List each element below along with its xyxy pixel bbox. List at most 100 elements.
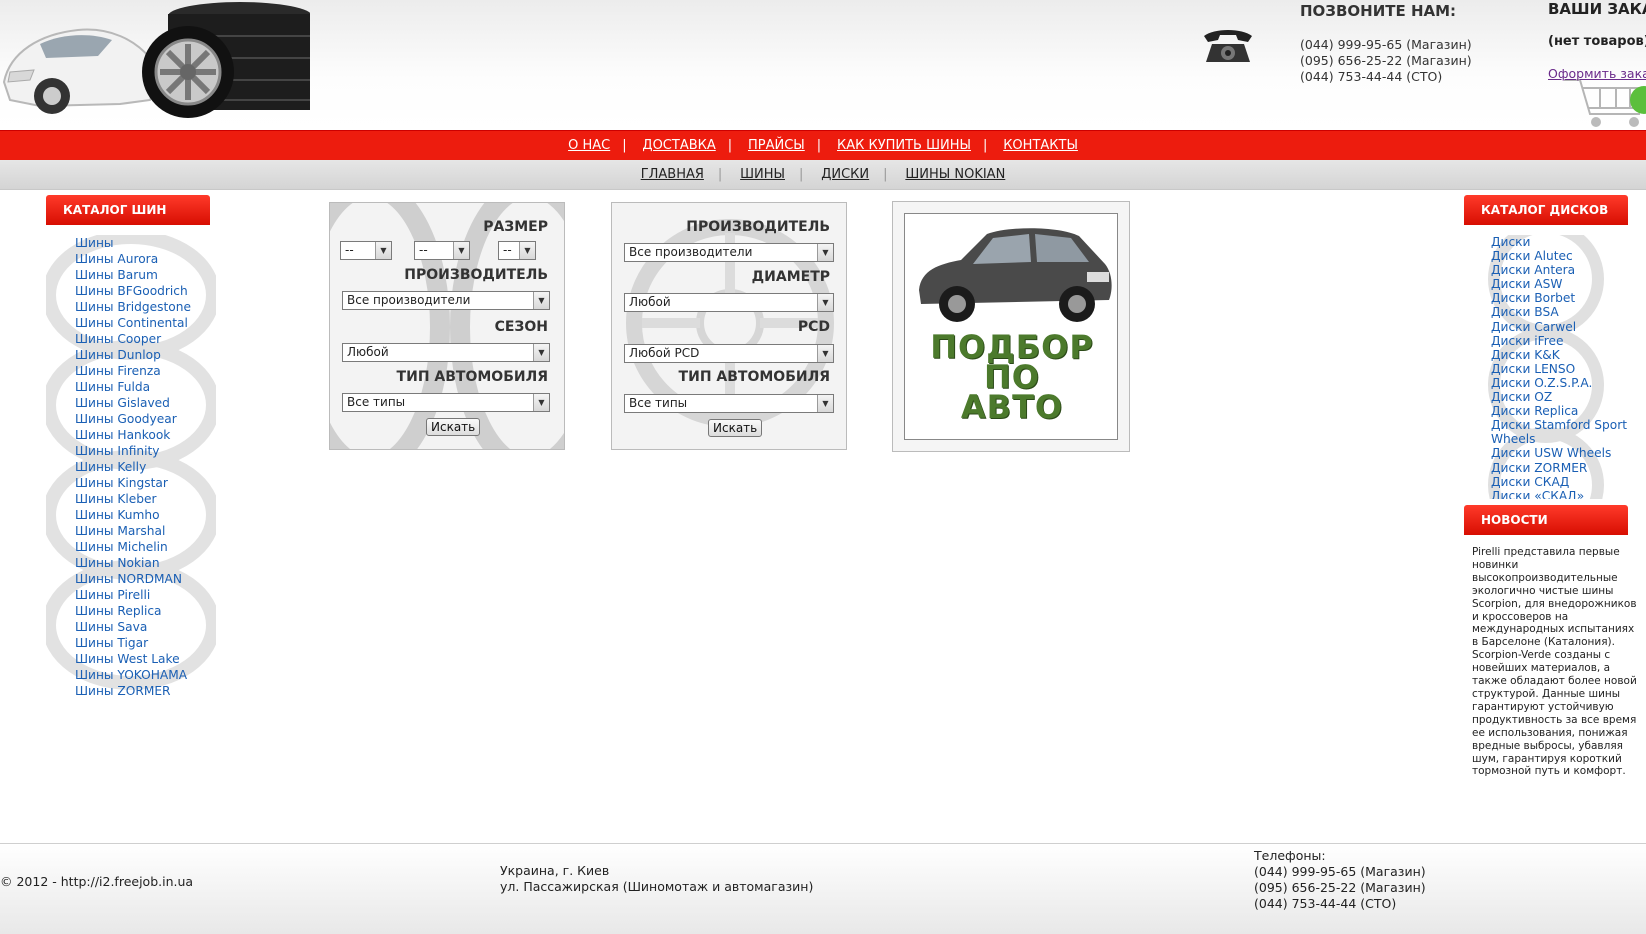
tire-catalog-link[interactable]: Шины Firenza (75, 364, 161, 378)
subnav-home[interactable]: ГЛАВНАЯ (641, 167, 704, 182)
logo-car-tires-image[interactable] (0, 0, 310, 122)
wheel-catalog-link[interactable]: Диски Stamford Sport Wheels (1491, 418, 1627, 446)
tire-catalog-link[interactable]: Шины Aurora (75, 252, 158, 266)
diameter-select[interactable]: -- ▼ (498, 241, 536, 260)
tire-catalog-link[interactable]: Шины Gislaved (75, 396, 170, 410)
wheel-diameter-select[interactable]: Любой ▼ (624, 293, 834, 312)
tire-catalog-item: Шины Kingstar (75, 475, 216, 491)
subnav-nokian-tires[interactable]: ШИНЫ NOKIAN (905, 167, 1005, 182)
wheel-catalog-link[interactable]: Диски Antera (1491, 263, 1575, 277)
tire-catalog-item: Шины Marshal (75, 523, 216, 539)
wheel-catalog-link[interactable]: Диски Borbet (1491, 291, 1575, 305)
wheel-catalog-link[interactable]: Диски OZ (1491, 390, 1552, 404)
tire-catalog-link[interactable]: Шины Kingstar (75, 476, 168, 490)
tire-catalog-link[interactable]: Шины Replica (75, 604, 162, 618)
season-label: СЕЗОН (494, 319, 548, 335)
tire-catalog-link[interactable]: Шины Nokian (75, 556, 160, 570)
chevron-down-icon: ▼ (817, 395, 833, 412)
wheel-catalog-link[interactable]: Диски Replica (1491, 404, 1578, 418)
wheel-catalog-link[interactable]: Диски USW Wheels (1491, 446, 1611, 460)
tire-catalog-link[interactable]: Шины BFGoodrich (75, 284, 188, 298)
tire-catalog-item: Шины Replica (75, 603, 216, 619)
tire-catalog-link[interactable]: Шины Continental (75, 316, 188, 330)
nav-delivery[interactable]: ДОСТАВКА (642, 138, 715, 153)
wheel-manufacturer-select[interactable]: Все производители ▼ (624, 243, 834, 262)
tire-search-button[interactable]: Искать (426, 418, 481, 436)
checkout-link[interactable]: Оформить заказ (1548, 66, 1646, 81)
tire-catalog-link[interactable]: Шины Tigar (75, 636, 148, 650)
wheel-catalog-link[interactable]: Диски iFree (1491, 334, 1564, 348)
select-by-car-inner[interactable]: ПОДБОР ПО АВТО (904, 213, 1118, 440)
manufacturer-label: ПРОИЗВОДИТЕЛЬ (404, 267, 548, 283)
wheel-catalog-link[interactable]: Диски Alutec (1491, 249, 1573, 263)
tire-catalog-link[interactable]: Шины YOKOHAMA (75, 668, 187, 682)
wheel-catalog-link[interactable]: Диски «СКАД» (1491, 489, 1584, 499)
tire-catalog-item: Шины (75, 235, 216, 251)
tire-catalog-link[interactable]: Шины Pirelli (75, 588, 150, 602)
tire-catalog-link[interactable]: Шины Hankook (75, 428, 170, 442)
tire-catalog-link[interactable]: Шины Sava (75, 620, 147, 634)
subnav-wheels[interactable]: ДИСКИ (821, 167, 869, 182)
tire-catalog-item: Шины West Lake (75, 651, 216, 667)
wheel-catalog-item: Диски K&K (1491, 348, 1642, 362)
tire-catalog-link[interactable]: Шины Dunlop (75, 348, 161, 362)
profile-select[interactable]: -- ▼ (414, 241, 470, 260)
sub-nav: ГЛАВНАЯ | ШИНЫ | ДИСКИ | ШИНЫ NOKIAN (0, 160, 1646, 190)
wheel-catalog-link[interactable]: Диски K&K (1491, 348, 1560, 362)
nav-how-to-buy[interactable]: КАК КУПИТЬ ШИНЫ (837, 138, 971, 153)
wheel-manufacturer-label: ПРОИЗВОДИТЕЛЬ (686, 219, 830, 235)
tire-catalog-item: Шины Kelly (75, 459, 216, 475)
wheel-search-button[interactable]: Искать (708, 419, 763, 437)
wheel-catalog-link[interactable]: Диски BSA (1491, 305, 1559, 319)
width-select[interactable]: -- ▼ (340, 241, 392, 260)
tire-catalog-link[interactable]: Шины Michelin (75, 540, 168, 554)
chevron-down-icon: ▼ (375, 242, 391, 259)
tire-catalog-link[interactable]: Шины Infinity (75, 444, 160, 458)
tire-catalog-link[interactable]: Шины Barum (75, 268, 158, 282)
wheel-catalog-item: Диски (1491, 235, 1642, 249)
cart-status: (нет товаров) (1548, 34, 1646, 49)
wheel-catalog-item: Диски Alutec (1491, 249, 1642, 263)
pcd-select[interactable]: Любой PCD ▼ (624, 344, 834, 363)
tire-catalog-link[interactable]: Шины Marshal (75, 524, 165, 538)
wheel-catalog-link[interactable]: Диски Carwel (1491, 320, 1576, 334)
chevron-down-icon: ▼ (533, 292, 549, 309)
tire-catalog-link[interactable]: Шины NORDMAN (75, 572, 182, 586)
tire-catalog-item: Шины Kleber (75, 491, 216, 507)
footer-phone: (044) 753-44-44 (СТО) (1254, 896, 1397, 911)
wheel-catalog-link[interactable]: Диски ASW (1491, 277, 1562, 291)
tire-catalog-link[interactable]: Шины Bridgestone (75, 300, 191, 314)
wheel-car-type-select[interactable]: Все типы ▼ (624, 394, 834, 413)
tire-catalog-item: Шины Firenza (75, 363, 216, 379)
select-by-car-banner[interactable]: ПОДБОР ПО АВТО (892, 201, 1130, 452)
wheel-catalog-link[interactable]: Диски (1491, 235, 1530, 249)
season-select[interactable]: Любой ▼ (342, 343, 550, 362)
nav-about[interactable]: О НАС (568, 138, 610, 153)
wheel-catalog-link[interactable]: Диски ZORMER (1491, 461, 1587, 475)
tire-catalog-item: Шины Nokian (75, 555, 216, 571)
tire-car-type-select[interactable]: Все типы ▼ (342, 393, 550, 412)
tire-catalog-link[interactable]: Шины Cooper (75, 332, 161, 346)
chevron-down-icon: ▼ (817, 244, 833, 261)
footer-address: Украина, г. Киев ул. Пассажирская (Шином… (500, 863, 813, 895)
tire-catalog-link[interactable]: Шины Fulda (75, 380, 150, 394)
tire-catalog-link[interactable]: Шины West Lake (75, 652, 180, 666)
subnav-tires[interactable]: ШИНЫ (740, 167, 785, 182)
nav-contacts[interactable]: КОНТАКТЫ (1003, 138, 1078, 153)
tire-catalog-link[interactable]: Шины Kumho (75, 508, 160, 522)
tire-catalog-link[interactable]: Шины ZORMER (75, 684, 171, 697)
tire-catalog-header: КАТАЛОГ ШИН (46, 195, 210, 225)
call-us-title: ПОЗВОНИТЕ НАМ: (1300, 2, 1457, 20)
wheel-catalog-item: Диски Replica (1491, 404, 1642, 418)
wheel-catalog-item: Диски Stamford Sport Wheels (1491, 418, 1642, 446)
tire-manufacturer-select[interactable]: Все производители ▼ (342, 291, 550, 310)
tire-catalog-link[interactable]: Шины Kelly (75, 460, 146, 474)
car-image (919, 228, 1112, 322)
wheel-catalog-link[interactable]: Диски СКАД (1491, 475, 1569, 489)
wheel-catalog-link[interactable]: Диски LENSO (1491, 362, 1575, 376)
tire-catalog-link[interactable]: Шины (75, 236, 114, 250)
wheel-catalog-link[interactable]: Диски O.Z.S.P.A. (1491, 376, 1592, 390)
nav-prices[interactable]: ПРАЙСЫ (748, 138, 805, 153)
tire-catalog-link[interactable]: Шины Goodyear (75, 412, 177, 426)
tire-catalog-link[interactable]: Шины Kleber (75, 492, 157, 506)
